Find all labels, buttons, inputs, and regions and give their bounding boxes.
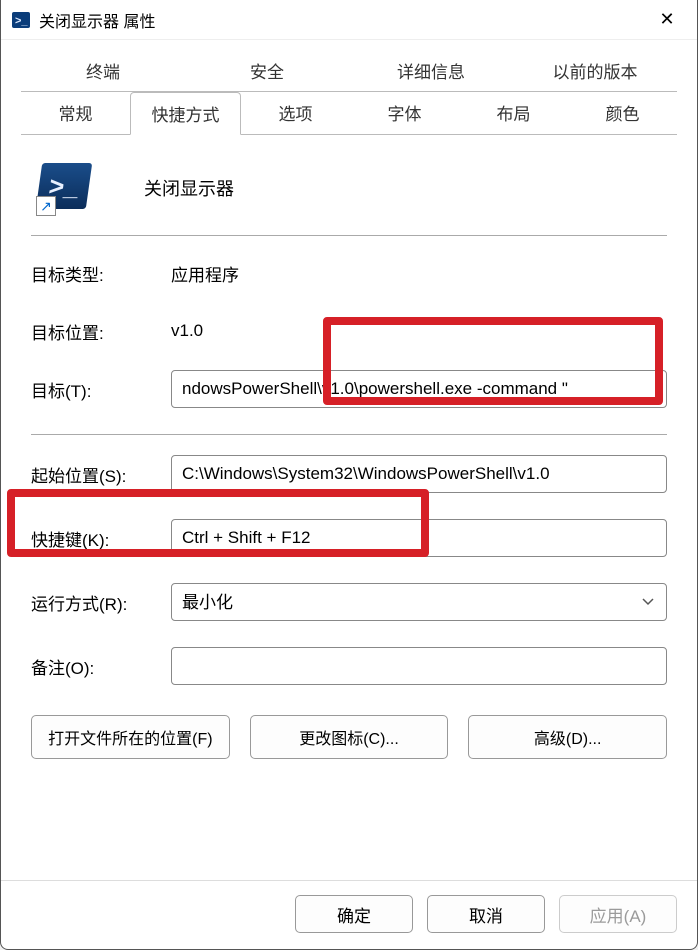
- panel-header: >_ ↗ 关闭显示器: [31, 155, 667, 236]
- properties-dialog: >_ 关闭显示器 属性 ✕ 终端 安全 详细信息 以前的版本 常规 快捷方式 选…: [0, 0, 698, 950]
- value-target-location: v1.0: [171, 321, 203, 341]
- tab-general[interactable]: 常规: [21, 92, 130, 135]
- change-icon-button[interactable]: 更改图标(C)...: [250, 715, 449, 759]
- tab-shortcut[interactable]: 快捷方式: [130, 92, 241, 135]
- powershell-icon: >_ ↗: [39, 163, 89, 213]
- run-select[interactable]: 最小化: [171, 583, 667, 621]
- advanced-button[interactable]: 高级(D)...: [468, 715, 667, 759]
- row-target-location: 目标位置: v1.0: [31, 312, 667, 350]
- shortcut-panel: >_ ↗ 关闭显示器 目标类型: 应用程序 目标位置: v1.0 目标(T):: [21, 135, 677, 880]
- target-input[interactable]: [171, 370, 667, 408]
- row-comment: 备注(O):: [31, 647, 667, 685]
- row-run: 运行方式(R): 最小化: [31, 583, 667, 621]
- label-target-location: 目标位置:: [31, 319, 171, 344]
- open-file-location-button[interactable]: 打开文件所在的位置(F): [31, 715, 230, 759]
- cancel-button[interactable]: 取消: [427, 895, 545, 933]
- tab-details[interactable]: 详细信息: [349, 50, 513, 92]
- tab-options[interactable]: 选项: [241, 92, 350, 135]
- titlebar-icon: >_: [11, 10, 31, 30]
- row-start-in: 起始位置(S):: [31, 455, 667, 493]
- tab-colors[interactable]: 颜色: [568, 92, 677, 135]
- label-comment: 备注(O):: [31, 654, 171, 679]
- shortcut-overlay-icon: ↗: [36, 196, 56, 216]
- tab-previous[interactable]: 以前的版本: [513, 50, 677, 92]
- row-target-type: 目标类型: 应用程序: [31, 254, 667, 292]
- tab-terminal[interactable]: 终端: [21, 50, 185, 92]
- tab-security[interactable]: 安全: [185, 50, 349, 92]
- start-in-input[interactable]: [171, 455, 667, 493]
- titlebar: >_ 关闭显示器 属性 ✕: [1, 0, 697, 40]
- tab-layout[interactable]: 布局: [459, 92, 568, 135]
- label-shortcut-key: 快捷键(K):: [31, 526, 171, 551]
- close-button[interactable]: ✕: [645, 5, 689, 35]
- label-target: 目标(T):: [31, 377, 171, 402]
- svg-text:>_: >_: [15, 15, 28, 27]
- ok-button[interactable]: 确定: [295, 895, 413, 933]
- apply-button[interactable]: 应用(A): [559, 895, 677, 933]
- label-run: 运行方式(R):: [31, 590, 171, 615]
- window-title: 关闭显示器 属性: [39, 8, 645, 32]
- dialog-footer: 确定 取消 应用(A): [1, 880, 697, 949]
- close-icon: ✕: [659, 9, 674, 30]
- row-target: 目标(T):: [31, 370, 667, 408]
- tabs-row-1: 终端 安全 详细信息 以前的版本: [21, 50, 677, 92]
- action-buttons-row: 打开文件所在的位置(F) 更改图标(C)... 高级(D)...: [31, 715, 667, 759]
- tab-font[interactable]: 字体: [350, 92, 459, 135]
- shortcut-key-input[interactable]: [171, 519, 667, 557]
- shortcut-name: 关闭显示器: [144, 175, 234, 201]
- comment-input[interactable]: [171, 647, 667, 685]
- content-area: 终端 安全 详细信息 以前的版本 常规 快捷方式 选项 字体 布局 颜色 >_ …: [1, 40, 697, 880]
- row-shortcut-key: 快捷键(K):: [31, 519, 667, 557]
- label-target-type: 目标类型:: [31, 261, 171, 286]
- label-start-in: 起始位置(S):: [31, 462, 171, 487]
- value-target-type: 应用程序: [171, 261, 239, 286]
- tabs-row-2: 常规 快捷方式 选项 字体 布局 颜色: [21, 92, 677, 135]
- divider: [31, 434, 667, 435]
